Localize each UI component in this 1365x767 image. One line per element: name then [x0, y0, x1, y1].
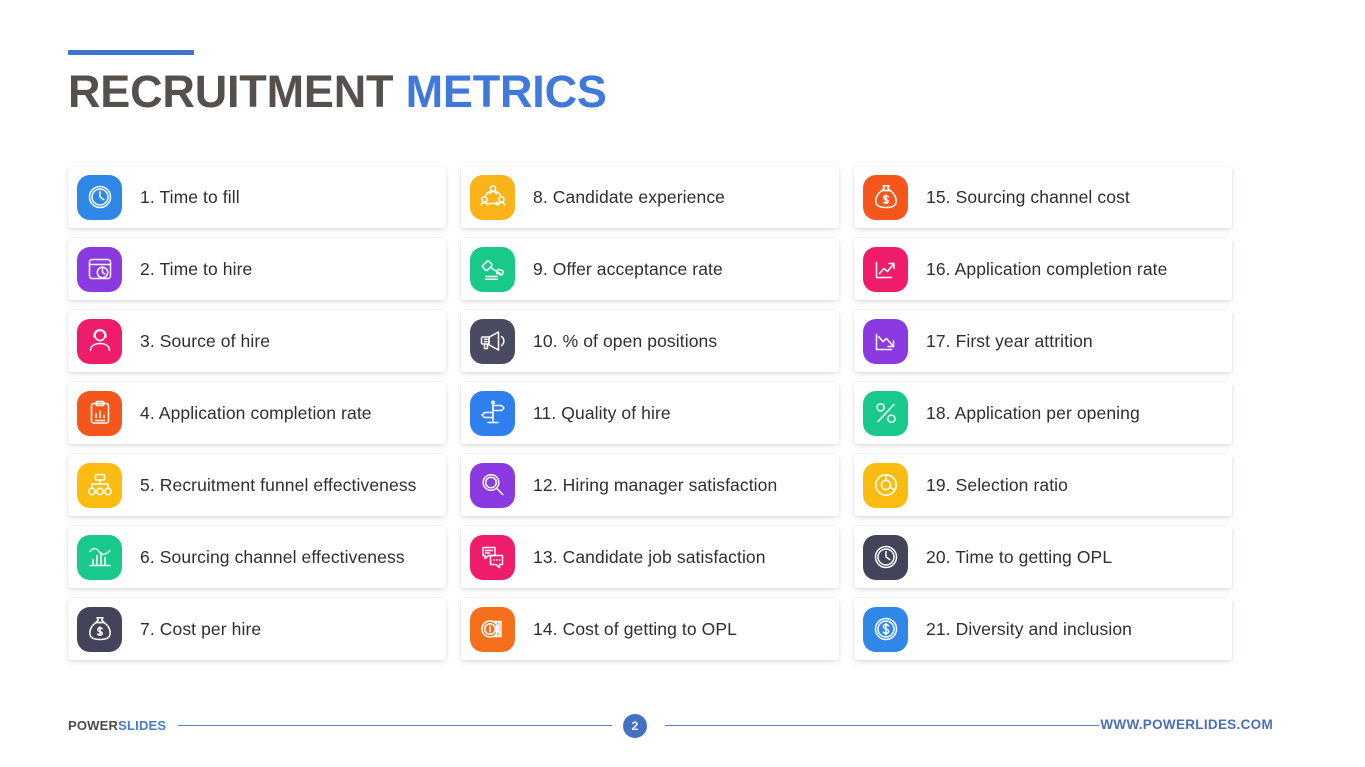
magnifier-icon [470, 462, 515, 508]
dollar-circle-icon [863, 606, 908, 652]
metric-label: 4. Application completion rate [140, 402, 372, 423]
metric-label: 5. Recruitment funnel effectiveness [140, 474, 417, 495]
metric-card[interactable]: 13. Candidate job satisfaction [461, 526, 839, 588]
metric-card[interactable]: 5. Recruitment funnel effectiveness [68, 454, 446, 516]
metric-label: 11. Quality of hire [533, 402, 671, 423]
metric-card[interactable]: 17. First year attrition [854, 310, 1232, 372]
metric-label: 10. % of open positions [533, 330, 718, 351]
bar-chart-icon [77, 534, 122, 580]
page-title-accent: METRICS [405, 66, 607, 117]
metrics-grid: 1. Time to fill 2. Time to hire 3. Source … [68, 166, 1233, 660]
metric-card[interactable]: 8. Candidate experience [461, 166, 839, 228]
metric-label: 6. Sourcing channel effectiveness [140, 546, 405, 567]
megaphone-icon [470, 318, 515, 364]
metric-label: 2. Time to hire [140, 258, 253, 279]
metrics-column-3: 15. Sourcing channel cost 16. Application… [854, 166, 1232, 660]
org-chart-icon [77, 462, 122, 508]
footer-rule-right [665, 725, 1099, 726]
person-headset-icon [77, 318, 122, 364]
metric-card[interactable]: 3. Source of hire [68, 310, 446, 372]
metric-label: 7. Cost per hire [140, 618, 262, 639]
metric-card[interactable]: 4. Application completion rate [68, 382, 446, 444]
metric-label: 13. Candidate job satisfaction [533, 546, 766, 567]
metric-label: 16. Application completion rate [926, 258, 1168, 279]
chart-up-icon [863, 246, 908, 292]
metric-card[interactable]: 12. Hiring manager satisfaction [461, 454, 839, 516]
metric-label: 21. Diversity and inclusion [926, 618, 1132, 639]
clock-icon [77, 174, 122, 220]
metric-label: 1. Time to fill [140, 186, 240, 207]
metric-label: 15. Sourcing channel cost [926, 186, 1130, 207]
donut-chart-icon [863, 462, 908, 508]
metric-label: 9. Offer acceptance rate [533, 258, 723, 279]
gavel-icon [470, 246, 515, 292]
chat-bubbles-icon [470, 534, 515, 580]
page-header: RECRUITMENT METRICS [68, 50, 607, 114]
clock-icon [863, 534, 908, 580]
metric-card[interactable]: 2. Time to hire [68, 238, 446, 300]
people-group-icon [470, 174, 515, 220]
chart-down-icon [863, 318, 908, 364]
footer-rule-left [178, 725, 612, 726]
metric-label: 17. First year attrition [926, 330, 1093, 351]
brand-primary: POWER [68, 718, 119, 733]
metric-card[interactable]: 18. Application per opening [854, 382, 1232, 444]
money-bag-icon [863, 174, 908, 220]
money-bag-icon [77, 606, 122, 652]
metric-label: 14. Cost of getting to OPL [533, 618, 737, 639]
metric-card[interactable]: 9. Offer acceptance rate [461, 238, 839, 300]
percent-icon [863, 390, 908, 436]
clipboard-chart-icon [77, 390, 122, 436]
metrics-column-2: 8. Candidate experience 9. Offer acceptan… [461, 166, 839, 660]
metric-card[interactable]: 15. Sourcing channel cost [854, 166, 1232, 228]
signpost-icon [470, 390, 515, 436]
metric-card[interactable]: 7. Cost per hire [68, 598, 446, 660]
metrics-column-1: 1. Time to fill 2. Time to hire 3. Source … [68, 166, 446, 660]
metric-card[interactable]: 21. Diversity and inclusion [854, 598, 1232, 660]
metric-label: 12. Hiring manager satisfaction [533, 474, 778, 495]
page-number-badge: 2 [623, 714, 647, 738]
metric-card[interactable]: 10. % of open positions [461, 310, 839, 372]
page-footer: POWERSLIDES 2 WWW.POWERLIDES.COM [0, 712, 1365, 746]
metric-card[interactable]: 19. Selection ratio [854, 454, 1232, 516]
page-title: RECRUITMENT METRICS [68, 69, 607, 114]
brand-logo: POWERSLIDES [68, 718, 166, 733]
metric-label: 20. Time to getting OPL [926, 546, 1113, 567]
metric-card[interactable]: 6. Sourcing channel effectiveness [68, 526, 446, 588]
brand-accent: SLIDES [118, 718, 167, 733]
metric-label: 3. Source of hire [140, 330, 271, 351]
coins-icon [470, 606, 515, 652]
metric-label: 19. Selection ratio [926, 474, 1068, 495]
metric-card[interactable]: 11. Quality of hire [461, 382, 839, 444]
metric-label: 18. Application per opening [926, 402, 1140, 423]
metric-card[interactable]: 1. Time to fill [68, 166, 446, 228]
site-url[interactable]: WWW.POWERLIDES.COM [1100, 717, 1273, 732]
metric-card[interactable]: 14. Cost of getting to OPL [461, 598, 839, 660]
title-accent-bar [68, 50, 194, 55]
metric-card[interactable]: 20. Time to getting OPL [854, 526, 1232, 588]
metric-card[interactable]: 16. Application completion rate [854, 238, 1232, 300]
page-title-primary: RECRUITMENT [68, 66, 394, 117]
metric-label: 8. Candidate experience [533, 186, 726, 207]
browser-stopwatch-icon [77, 246, 122, 292]
